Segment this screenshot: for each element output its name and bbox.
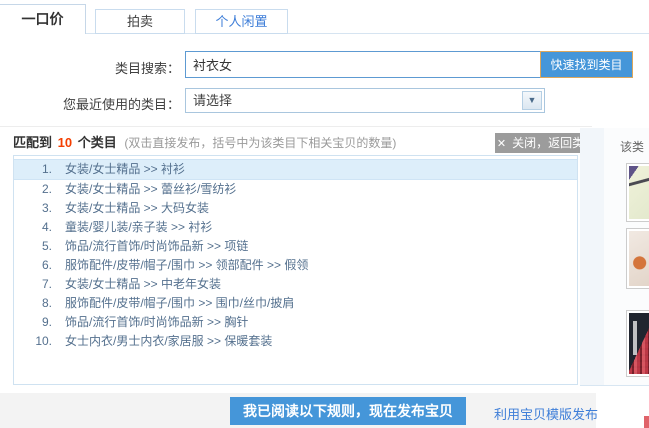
category-item-path: 女装/女士精品 >> 蕾丝衫/雪纺衫 <box>65 182 236 196</box>
category-item-number: 4. <box>14 218 52 237</box>
match-count: 10 <box>56 135 74 150</box>
product-thumbnail-beige-blouse[interactable] <box>626 228 649 289</box>
category-item-path: 服饰配件/皮带/帽子/围巾 >> 围巾/丝巾/披肩 <box>65 296 294 310</box>
category-item-number: 1. <box>14 160 52 179</box>
category-item-path: 饰品/流行首饰/时尚饰品新 >> 项链 <box>65 239 248 253</box>
category-list-item[interactable]: 7. 女装/女士精品 >> 中老年女装 <box>14 275 577 294</box>
category-list-item[interactable]: 5. 饰品/流行首饰/时尚饰品新 >> 项链 <box>14 237 577 256</box>
category-list-item[interactable]: 3. 女装/女士精品 >> 大码女装 <box>14 199 577 218</box>
category-item-number: 8. <box>14 294 52 313</box>
chevron-down-icon[interactable]: ▼ <box>522 91 542 110</box>
category-item-path: 服饰配件/皮带/帽子/围巾 >> 领部配件 >> 假领 <box>65 258 308 272</box>
close-icon: ✕ <box>497 138 506 150</box>
category-list-item[interactable]: 2. 女装/女士精品 >> 蕾丝衫/雪纺衫 <box>14 180 577 199</box>
recent-category-selected-value: 请选择 <box>193 93 232 108</box>
category-item-number: 9. <box>14 313 52 332</box>
category-result-box: 1. 女装/女士精品 >> 衬衫 2. 女装/女士精品 >> 蕾丝衫/雪纺衫 3. 女装/… <box>13 155 578 385</box>
category-search-input[interactable] <box>185 51 541 78</box>
product-thumbnail-red-plaid-shirt[interactable] <box>626 310 649 377</box>
quick-find-category-button[interactable]: 快速找到类目 <box>540 51 633 78</box>
recent-category-select[interactable]: 请选择 ▼ <box>185 88 545 113</box>
match-note: (双击直接发布，括号中为该类目下相关宝贝的数量) <box>124 136 396 150</box>
category-item-path: 女装/女士精品 >> 大码女装 <box>65 201 209 215</box>
category-item-number: 10. <box>14 332 52 351</box>
category-item-path: 童装/婴儿装/亲子装 >> 衬衫 <box>65 220 212 234</box>
category-list-item[interactable]: 9. 饰品/流行首饰/时尚饰品新 >> 胸针 <box>14 313 577 332</box>
category-list: 1. 女装/女士精品 >> 衬衫 2. 女装/女士精品 >> 蕾丝衫/雪纺衫 3. 女装/… <box>14 156 577 351</box>
tab-auction[interactable]: 拍卖 <box>95 9 185 34</box>
category-item-number: 5. <box>14 237 52 256</box>
product-image <box>629 313 649 374</box>
product-thumbnail-green-shirt[interactable] <box>626 163 649 222</box>
section-divider <box>0 126 592 127</box>
category-item-path: 女装/女士精品 >> 中老年女装 <box>65 277 221 291</box>
category-list-item[interactable]: 4. 童装/婴儿装/亲子装 >> 衬衫 <box>14 218 577 237</box>
recent-category-label: 您最近使用的类目： <box>0 94 180 113</box>
category-list-item[interactable]: 8. 服饰配件/皮带/帽子/围巾 >> 围巾/丝巾/披肩 <box>14 294 577 313</box>
match-result-header: 匹配到 10 个类目 (双击直接发布，括号中为该类目下相关宝贝的数量) <box>13 133 396 153</box>
match-prefix: 匹配到 <box>13 135 52 150</box>
publish-item-button[interactable]: 我已阅读以下规则，现在发布宝贝 <box>230 397 466 425</box>
tab-fixed-price[interactable]: 一口价 <box>0 4 86 34</box>
category-item-path: 女装/女士精品 >> 衬衫 <box>65 162 185 176</box>
category-search-label: 类目搜索： <box>0 58 180 77</box>
cut-off-element <box>644 416 649 428</box>
close-return-category-button[interactable]: ✕关闭，返回类目 <box>495 133 586 153</box>
tab-personal-idle[interactable]: 个人闲置 <box>195 9 288 34</box>
category-item-number: 2. <box>14 180 52 199</box>
right-panel-title: 该类 <box>620 138 644 155</box>
match-suffix: 个类目 <box>78 135 117 150</box>
product-image <box>629 231 649 286</box>
category-item-number: 6. <box>14 256 52 275</box>
category-list-item[interactable]: 6. 服饰配件/皮带/帽子/围巾 >> 领部配件 >> 假领 <box>14 256 577 275</box>
category-item-path: 饰品/流行首饰/时尚饰品新 >> 胸针 <box>65 315 248 329</box>
category-list-item[interactable]: 1. 女装/女士精品 >> 衬衫 <box>14 159 577 180</box>
category-item-number: 3. <box>14 199 52 218</box>
category-item-path: 女士内衣/男士内衣/家居服 >> 保暖套装 <box>65 334 272 348</box>
product-image <box>629 166 649 219</box>
category-item-number: 7. <box>14 275 52 294</box>
category-list-item[interactable]: 10. 女士内衣/男士内衣/家居服 >> 保暖套装 <box>14 332 577 351</box>
use-template-publish-link[interactable]: 利用宝贝模版发布 <box>494 404 598 423</box>
